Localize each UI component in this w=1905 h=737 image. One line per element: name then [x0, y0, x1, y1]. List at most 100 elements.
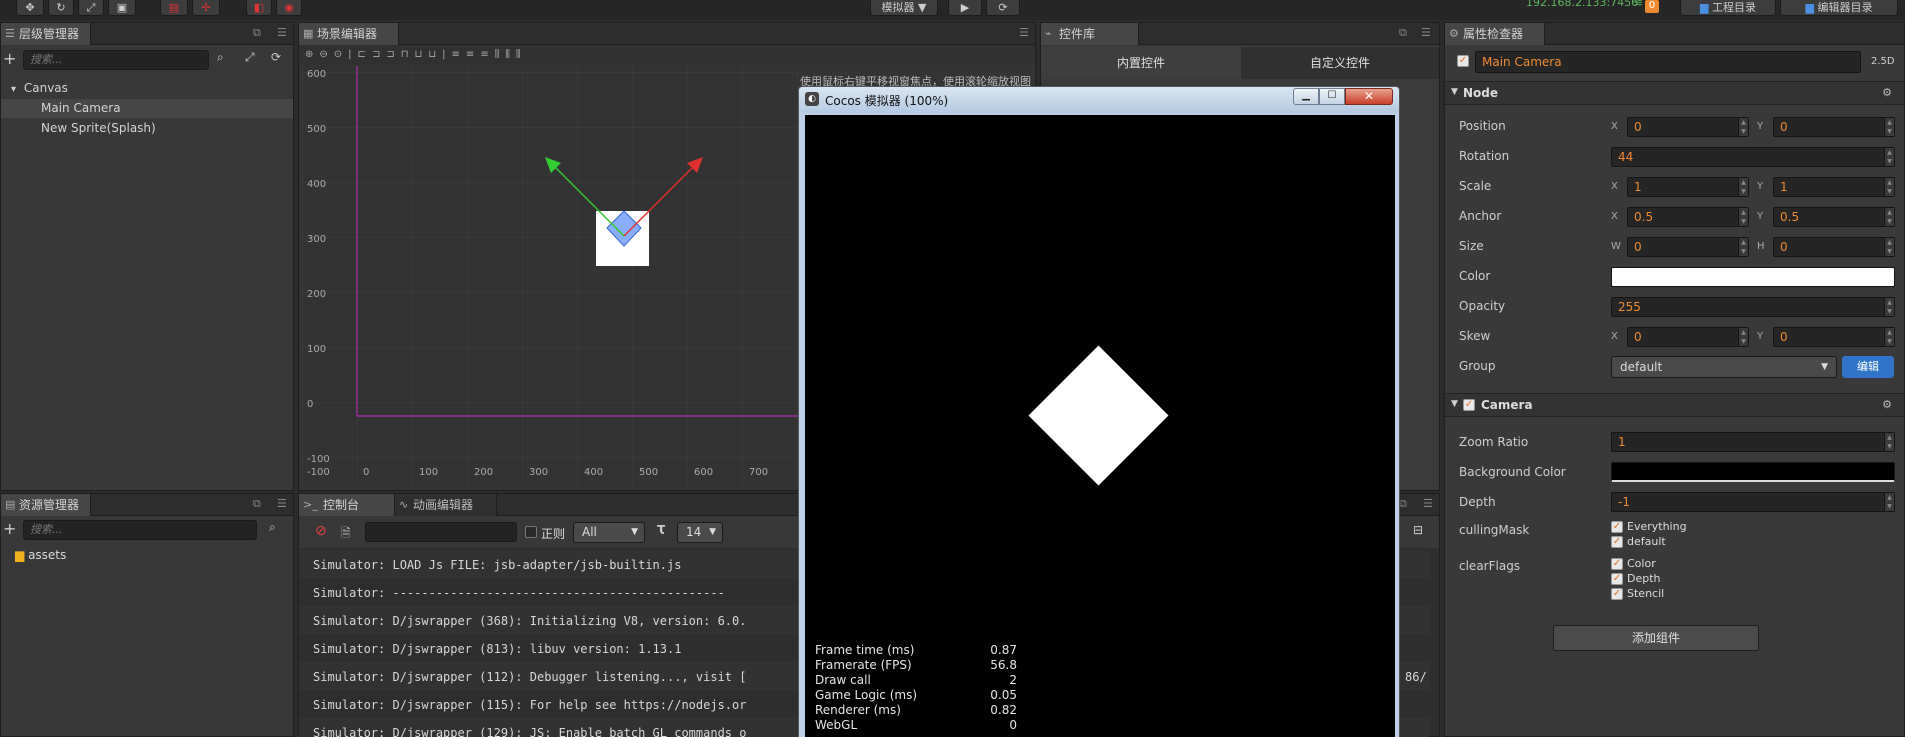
tab-assets[interactable]: ▤ 资源管理器: [1, 494, 91, 516]
distribute-left-icon[interactable]: ⫼: [495, 49, 506, 60]
toggle-2d-button[interactable]: ◧: [246, 0, 272, 16]
menu-icon[interactable]: ☰: [1019, 26, 1029, 39]
assets-search-input[interactable]: 搜索...: [23, 520, 257, 540]
add-asset-icon[interactable]: +: [3, 519, 16, 538]
spinner-icon[interactable]: ▲ ▼: [1884, 298, 1894, 316]
align-bottom-icon[interactable]: ⊔: [428, 49, 442, 60]
open-log-icon[interactable]: 🗎: [341, 524, 351, 545]
popout-icon[interactable]: ⧉: [253, 26, 261, 40]
culling-everything-checkbox[interactable]: ✓: [1611, 521, 1623, 533]
color-swatch[interactable]: [1611, 267, 1895, 287]
depth-input[interactable]: -1 ▲ ▼: [1611, 492, 1895, 512]
add-component-button[interactable]: 添加组件: [1553, 625, 1759, 651]
camera-section-header[interactable]: ▼ ✓ Camera ⚙: [1445, 393, 1904, 417]
anchor-x-input[interactable]: 0.5 ▲ ▼: [1627, 207, 1749, 227]
notification-badge[interactable]: 0: [1645, 0, 1659, 13]
spinner-icon[interactable]: ▲ ▼: [1884, 328, 1894, 346]
size-w-input[interactable]: 0 ▲ ▼: [1627, 237, 1749, 257]
scene-canvas[interactable]: [299, 66, 799, 486]
tab-custom-widgets[interactable]: 自定义控件: [1241, 47, 1439, 79]
tab-animation[interactable]: ∿ 动画编辑器: [395, 494, 497, 516]
position-y-input[interactable]: 0 ▲ ▼: [1773, 117, 1895, 137]
spinner-icon[interactable]: ▲ ▼: [1738, 328, 1748, 346]
log-level-select[interactable]: All ▼: [573, 522, 645, 543]
spinner-icon[interactable]: ▲ ▼: [1738, 118, 1748, 136]
spinner-icon[interactable]: ▲ ▼: [1738, 208, 1748, 226]
culling-default-checkbox[interactable]: ✓: [1611, 536, 1623, 548]
node-name-input[interactable]: Main Camera: [1475, 51, 1861, 73]
scale-x-input[interactable]: 1 ▲ ▼: [1627, 177, 1749, 197]
clear-depth-checkbox[interactable]: ✓: [1611, 573, 1623, 585]
tree-item-main-camera[interactable]: Main Camera: [1, 99, 293, 118]
distribute-right-icon[interactable]: ⫼: [516, 49, 527, 60]
edit-group-button[interactable]: 编辑: [1842, 356, 1894, 378]
search-icon[interactable]: ⌕: [217, 50, 224, 65]
tab-console[interactable]: >_ 控制台: [299, 494, 395, 516]
spinner-icon[interactable]: ▲ ▼: [1738, 238, 1748, 256]
refresh-button[interactable]: ⟳: [986, 0, 1020, 16]
skew-y-input[interactable]: 0 ▲ ▼: [1773, 327, 1895, 347]
search-icon[interactable]: ⌕: [269, 520, 276, 535]
skew-x-input[interactable]: 0 ▲ ▼: [1627, 327, 1749, 347]
distribute-hcenter-icon[interactable]: ⫼: [505, 49, 516, 60]
position-x-input[interactable]: 0 ▲ ▼: [1627, 117, 1749, 137]
toggle-3d-button[interactable]: ◉: [276, 0, 302, 16]
expand-icon[interactable]: ⤢: [245, 50, 255, 65]
tree-item-new-sprite[interactable]: New Sprite(Splash): [1, 119, 293, 138]
scale-y-input[interactable]: 1 ▲ ▼: [1773, 177, 1895, 197]
popout-icon[interactable]: ⧉: [1399, 26, 1407, 40]
align-right-icon[interactable]: ⊐: [386, 49, 400, 60]
regex-checkbox[interactable]: [525, 526, 537, 538]
simulator-viewport[interactable]: Frame time (ms) 0.87 Framerate (FPS) 56.…: [805, 115, 1395, 737]
zoom-reset-icon[interactable]: ⊙: [334, 49, 348, 60]
spinner-icon[interactable]: ▲ ▼: [1738, 178, 1748, 196]
spinner-icon[interactable]: ▲ ▼: [1884, 433, 1894, 451]
rotate-tool-button[interactable]: ↻: [48, 0, 74, 16]
local-global-button[interactable]: ▤: [160, 0, 188, 16]
zoom-out-icon[interactable]: ⊖: [319, 49, 333, 60]
spinner-icon[interactable]: ▲ ▼: [1884, 118, 1894, 136]
node-section-header[interactable]: ▼ Node ⚙: [1445, 81, 1904, 105]
hierarchy-search-input[interactable]: 搜索...: [23, 50, 209, 70]
console-filter-input[interactable]: [365, 522, 517, 542]
clear-console-icon[interactable]: ⊘: [315, 523, 327, 539]
tab-inspector[interactable]: ⚙ 属性检查器: [1445, 23, 1545, 45]
rotation-input[interactable]: 44 ▲ ▼: [1611, 147, 1895, 167]
simulator-titlebar[interactable]: ◐ Cocos 模拟器 (100%) ▁ ☐ ✕: [799, 87, 1399, 113]
scale-tool-button[interactable]: ⤢: [78, 0, 104, 16]
align-hcenter-icon[interactable]: ⊐: [372, 49, 386, 60]
popout-icon[interactable]: ⧉: [253, 497, 261, 511]
menu-icon[interactable]: ☰: [277, 497, 287, 510]
play-button[interactable]: ▶: [948, 0, 982, 16]
menu-icon[interactable]: ☰: [1423, 497, 1433, 510]
tab-scene[interactable]: ▦ 场景编辑器: [299, 23, 399, 45]
project-dir-button[interactable]: ▆ 工程目录: [1680, 0, 1776, 16]
spinner-icon[interactable]: ▲ ▼: [1884, 238, 1894, 256]
clear-stencil-checkbox[interactable]: ✓: [1611, 588, 1623, 600]
align-left-icon[interactable]: ⊏: [358, 49, 372, 60]
gear-icon[interactable]: ⚙: [1882, 398, 1892, 411]
simulator-select[interactable]: 模拟器 ▼: [870, 0, 938, 16]
zoom-in-icon[interactable]: ⊕: [305, 49, 319, 60]
maximize-button[interactable]: ☐: [1319, 88, 1345, 105]
menu-icon[interactable]: ☰: [1421, 26, 1431, 39]
align-vcenter-icon[interactable]: ⊔: [415, 49, 429, 60]
distribute-vcenter-icon[interactable]: ≡: [466, 49, 480, 60]
tree-item-canvas[interactable]: ▾ Canvas: [1, 79, 293, 98]
editor-dir-button[interactable]: ▆ 编辑器目录: [1780, 0, 1898, 16]
refresh-icon[interactable]: ⟳: [271, 50, 281, 64]
clear-color-checkbox[interactable]: ✓: [1611, 558, 1623, 570]
tab-hierarchy[interactable]: ☰ 层级管理器: [1, 23, 91, 45]
move-tool-button[interactable]: ✥: [16, 0, 44, 16]
tab-builtin-widgets[interactable]: 内置控件: [1041, 47, 1241, 79]
asset-root[interactable]: ▆ assets: [15, 548, 66, 562]
spinner-icon[interactable]: ▲ ▼: [1884, 493, 1894, 511]
background-color-swatch[interactable]: [1611, 462, 1895, 482]
popout-icon[interactable]: ⧉: [1399, 497, 1407, 511]
close-button[interactable]: ✕: [1345, 88, 1393, 105]
gear-icon[interactable]: ⚙: [1882, 86, 1892, 99]
anchor-y-input[interactable]: 0.5 ▲ ▼: [1773, 207, 1895, 227]
camera-enabled-checkbox[interactable]: ✓: [1463, 399, 1475, 411]
font-size-select[interactable]: 14 ▼: [677, 522, 723, 543]
distribute-top-icon[interactable]: ≡: [452, 49, 466, 60]
